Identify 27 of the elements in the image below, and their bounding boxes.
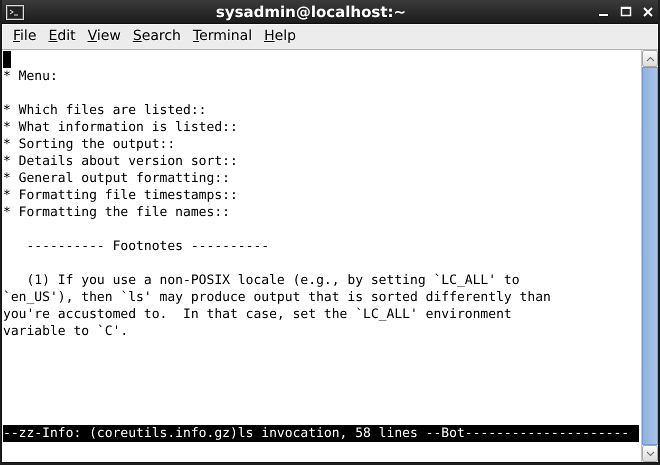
terminal-line: * Details about version sort:: [3,153,238,170]
terminal-line: you're accustomed to. In that case, set the `LC_ALL' environment [3,306,512,323]
terminal-line: * Formatting file timestamps:: [3,187,238,204]
maximize-icon[interactable] [620,6,632,18]
menu-item[interactable]: View [82,26,128,47]
terminal-line: * Sorting the output:: [3,136,176,153]
scroll-down-icon[interactable] [646,450,654,456]
terminal-line: * General output formatting:: [3,170,230,187]
terminal-line: ---------- Footnotes ---------- [25,238,270,255]
scrollbar[interactable] [641,50,658,462]
terminal-line: (1) If you use a non-POSIX locale (e.g., by setting `LC_ALL' to [25,272,520,289]
menu-item[interactable]: Edit [43,26,83,47]
close-icon[interactable] [642,6,654,18]
menu-item[interactable]: Search [128,26,188,47]
menu-item[interactable]: Terminal [188,26,260,47]
text-cursor [3,51,11,68]
terminal-line: * What information is listed:: [3,119,238,136]
terminal-icon [6,4,24,20]
terminal-line: * Formatting the file names:: [3,204,230,221]
window-title: sysadmin@localhost:~ [216,2,406,21]
terminal-line: * Menu: [3,68,58,85]
menu-item[interactable]: File [8,26,44,47]
terminal-line: * Which files are listed:: [3,102,206,119]
terminal-line: `en_US'), then `ls' may produce output that is sorted differently than [3,289,551,306]
terminal-line: variable to `C'. [3,323,128,340]
menu-item[interactable]: Help [259,26,304,47]
scroll-up-icon[interactable] [646,56,654,62]
